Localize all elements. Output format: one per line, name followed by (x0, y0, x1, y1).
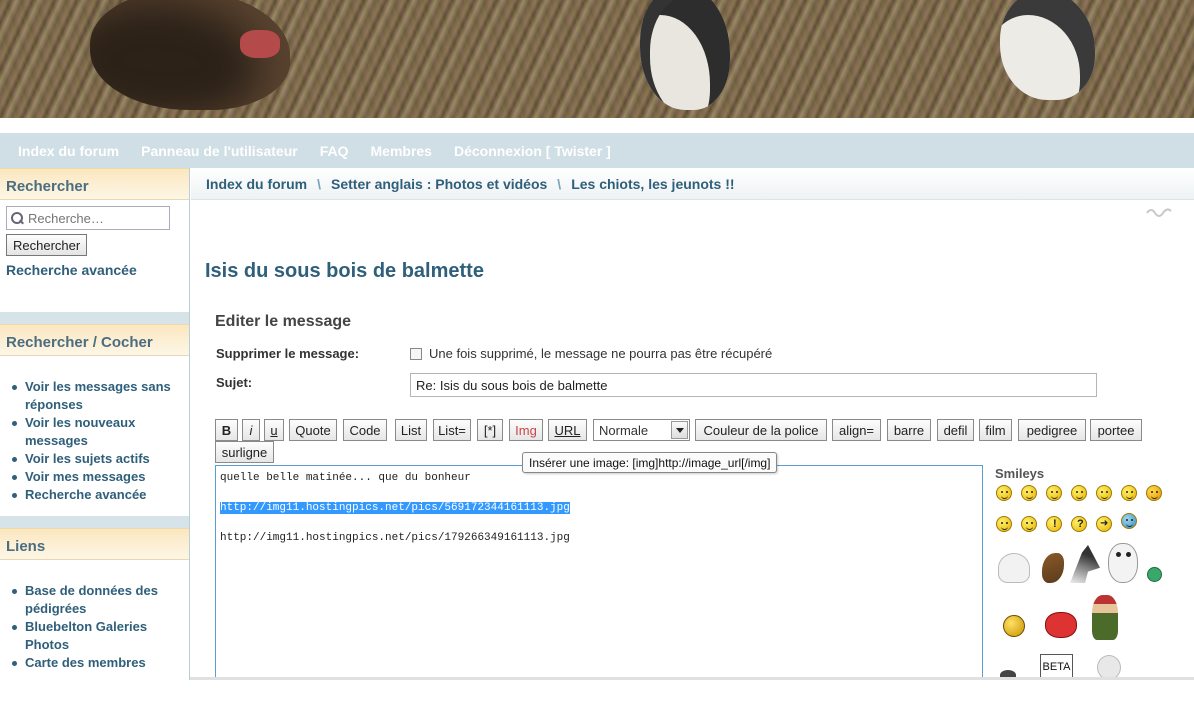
list-item-button[interactable]: [*] (477, 419, 503, 441)
surligne-button[interactable]: surligne (215, 441, 274, 463)
search-input[interactable] (28, 210, 166, 226)
smiley-bubble-icon[interactable] (1121, 513, 1137, 529)
search-field[interactable] (6, 206, 170, 230)
sidebar-gap (0, 312, 189, 324)
editor-line: quelle belle matinée... que du bonheur (220, 472, 471, 484)
smiley-bird-icon[interactable] (1042, 553, 1064, 583)
smiley-neutral-icon[interactable] (1046, 485, 1062, 501)
subject-input[interactable] (410, 373, 1097, 397)
sidebar-item-active-topics[interactable]: Voir les sujets actifs (12, 450, 183, 468)
smileys-title: Smileys (995, 466, 1045, 481)
main-navbar: Index du forum Panneau de l'utilisateur … (0, 133, 1194, 168)
editor-blank-line (220, 516, 978, 531)
smiley-sad-icon[interactable] (1121, 485, 1137, 501)
check-list: Voir les messages sans réponses Voir les… (6, 378, 183, 504)
align-button[interactable]: align= (832, 419, 881, 441)
check-section-title: Rechercher / Cocher (0, 324, 189, 356)
list-button[interactable]: List (395, 419, 427, 441)
smiley-eek-icon[interactable] (1021, 485, 1037, 501)
chevron-down-icon[interactable] (671, 421, 688, 439)
sidebar-item-galleries[interactable]: Bluebelton Galeries Photos (12, 618, 183, 654)
smiley-dog-icon[interactable] (1108, 543, 1138, 583)
sidebar: Rechercher Rechercher Recherche avancée … (0, 168, 190, 710)
breadcrumb-separator: \ (317, 175, 322, 192)
delete-label: Supprimer le message: (216, 346, 360, 361)
smiley-hunter-icon[interactable] (1092, 595, 1118, 640)
smiley-ghost-icon[interactable] (998, 553, 1030, 583)
nav-faq[interactable]: FAQ (320, 143, 349, 159)
smiley-green-face-icon[interactable] (1147, 567, 1162, 582)
breadcrumb-item-index[interactable]: Index du forum (206, 176, 307, 192)
sidebar-item-my-messages[interactable]: Voir mes messages (12, 468, 183, 486)
header-banner (0, 0, 1194, 118)
defil-button[interactable]: defil (937, 419, 974, 441)
edit-heading: Editer le message (215, 313, 352, 330)
sidebar-item-member-map[interactable]: Carte des membres (12, 654, 183, 672)
nav-index[interactable]: Index du forum (18, 143, 119, 159)
img-tooltip: Insérer une image: [img]http://image_url… (522, 452, 778, 473)
links-list: Base de données des pédigrées Bluebelton… (6, 582, 183, 672)
quote-button[interactable]: Quote (289, 419, 337, 441)
nav-members[interactable]: Membres (371, 143, 432, 159)
smiley-question-icon[interactable] (1071, 516, 1087, 532)
breadcrumb: Index du forum \ Setter anglais : Photos… (191, 168, 1194, 200)
url-button[interactable]: URL (548, 419, 587, 441)
smiley-exclaim-icon[interactable] (1046, 516, 1062, 532)
search-section: Rechercher Recherche avancée (0, 200, 189, 312)
barre-button[interactable]: barre (887, 419, 931, 441)
sidebar-item-unanswered[interactable]: Voir les messages sans réponses (12, 378, 183, 414)
underline-button[interactable]: u (264, 419, 284, 441)
decorative-glyph-icon (1145, 205, 1175, 219)
subject-label: Sujet: (216, 375, 253, 390)
smiley-cool-icon[interactable] (1071, 485, 1087, 501)
font-size-select[interactable]: Normale (593, 419, 690, 441)
font-size-value: Normale (599, 422, 649, 438)
search-section-title: Rechercher (0, 168, 189, 200)
sidebar-gap (0, 516, 189, 528)
page-title[interactable]: Isis du sous bois de balmette (205, 260, 484, 283)
smiley-spider-icon[interactable] (1003, 615, 1025, 637)
banner-gap (0, 118, 1194, 133)
pedigree-button[interactable]: pedigree (1018, 419, 1086, 441)
smiley-laugh-icon[interactable] (996, 485, 1012, 501)
breadcrumb-item-topic[interactable]: Les chiots, les jeunots !! (571, 176, 734, 192)
breadcrumb-item-forum[interactable]: Setter anglais : Photos et vidéos (331, 176, 547, 192)
delete-description: Une fois supprimé, le message ne pourra … (429, 346, 773, 361)
smiley-arrow-icon[interactable] (1096, 516, 1112, 532)
nav-user-panel[interactable]: Panneau de l'utilisateur (141, 143, 298, 159)
message-textarea[interactable]: quelle belle matinée... que du bonheur h… (215, 465, 983, 680)
smiley-confused-icon[interactable] (1096, 485, 1112, 501)
links-section: Base de données des pédigrées Bluebelton… (0, 560, 189, 710)
check-section: Voir les messages sans réponses Voir les… (0, 356, 189, 516)
editor-line: http://img11.hostingpics.net/pics/179266… (220, 532, 570, 544)
italic-button[interactable]: i (242, 419, 260, 441)
smiley-devil-icon[interactable] (1045, 612, 1077, 638)
bold-button[interactable]: B (215, 419, 238, 441)
smiley-wink-icon[interactable] (996, 516, 1012, 532)
sidebar-item-new-messages[interactable]: Voir les nouveaux messages (12, 414, 183, 450)
font-color-button[interactable]: Couleur de la police (695, 419, 827, 441)
advanced-search-link[interactable]: Recherche avancée (6, 262, 183, 278)
list-eq-button[interactable]: List= (433, 419, 471, 441)
delete-checkbox[interactable] (410, 347, 422, 360)
smiley-eagle-icon[interactable] (1070, 545, 1100, 583)
film-button[interactable]: film (979, 419, 1012, 441)
code-button[interactable]: Code (343, 419, 387, 441)
breadcrumb-separator: \ (557, 175, 562, 192)
img-button[interactable]: Img (509, 419, 543, 441)
smiley-mad-icon[interactable] (1146, 485, 1162, 501)
delete-row: Une fois supprimé, le message ne pourra … (410, 346, 772, 361)
search-button[interactable]: Rechercher (6, 234, 88, 256)
sidebar-item-advanced-search[interactable]: Recherche avancée (12, 486, 183, 504)
nav-logout[interactable]: Déconnexion [ Twister ] (454, 143, 611, 159)
editor-selected-url: http://img11.hostingpics.net/pics/569172… (220, 502, 570, 514)
banner-dog-right (1000, 0, 1095, 100)
editor-blank-line (220, 486, 978, 501)
sidebar-item-pedigree-db[interactable]: Base de données des pédigrées (12, 582, 183, 618)
links-section-title: Liens (0, 528, 189, 560)
smiley-rolleyes-icon[interactable] (1021, 516, 1037, 532)
portee-button[interactable]: portee (1090, 419, 1142, 441)
search-icon (11, 211, 24, 225)
